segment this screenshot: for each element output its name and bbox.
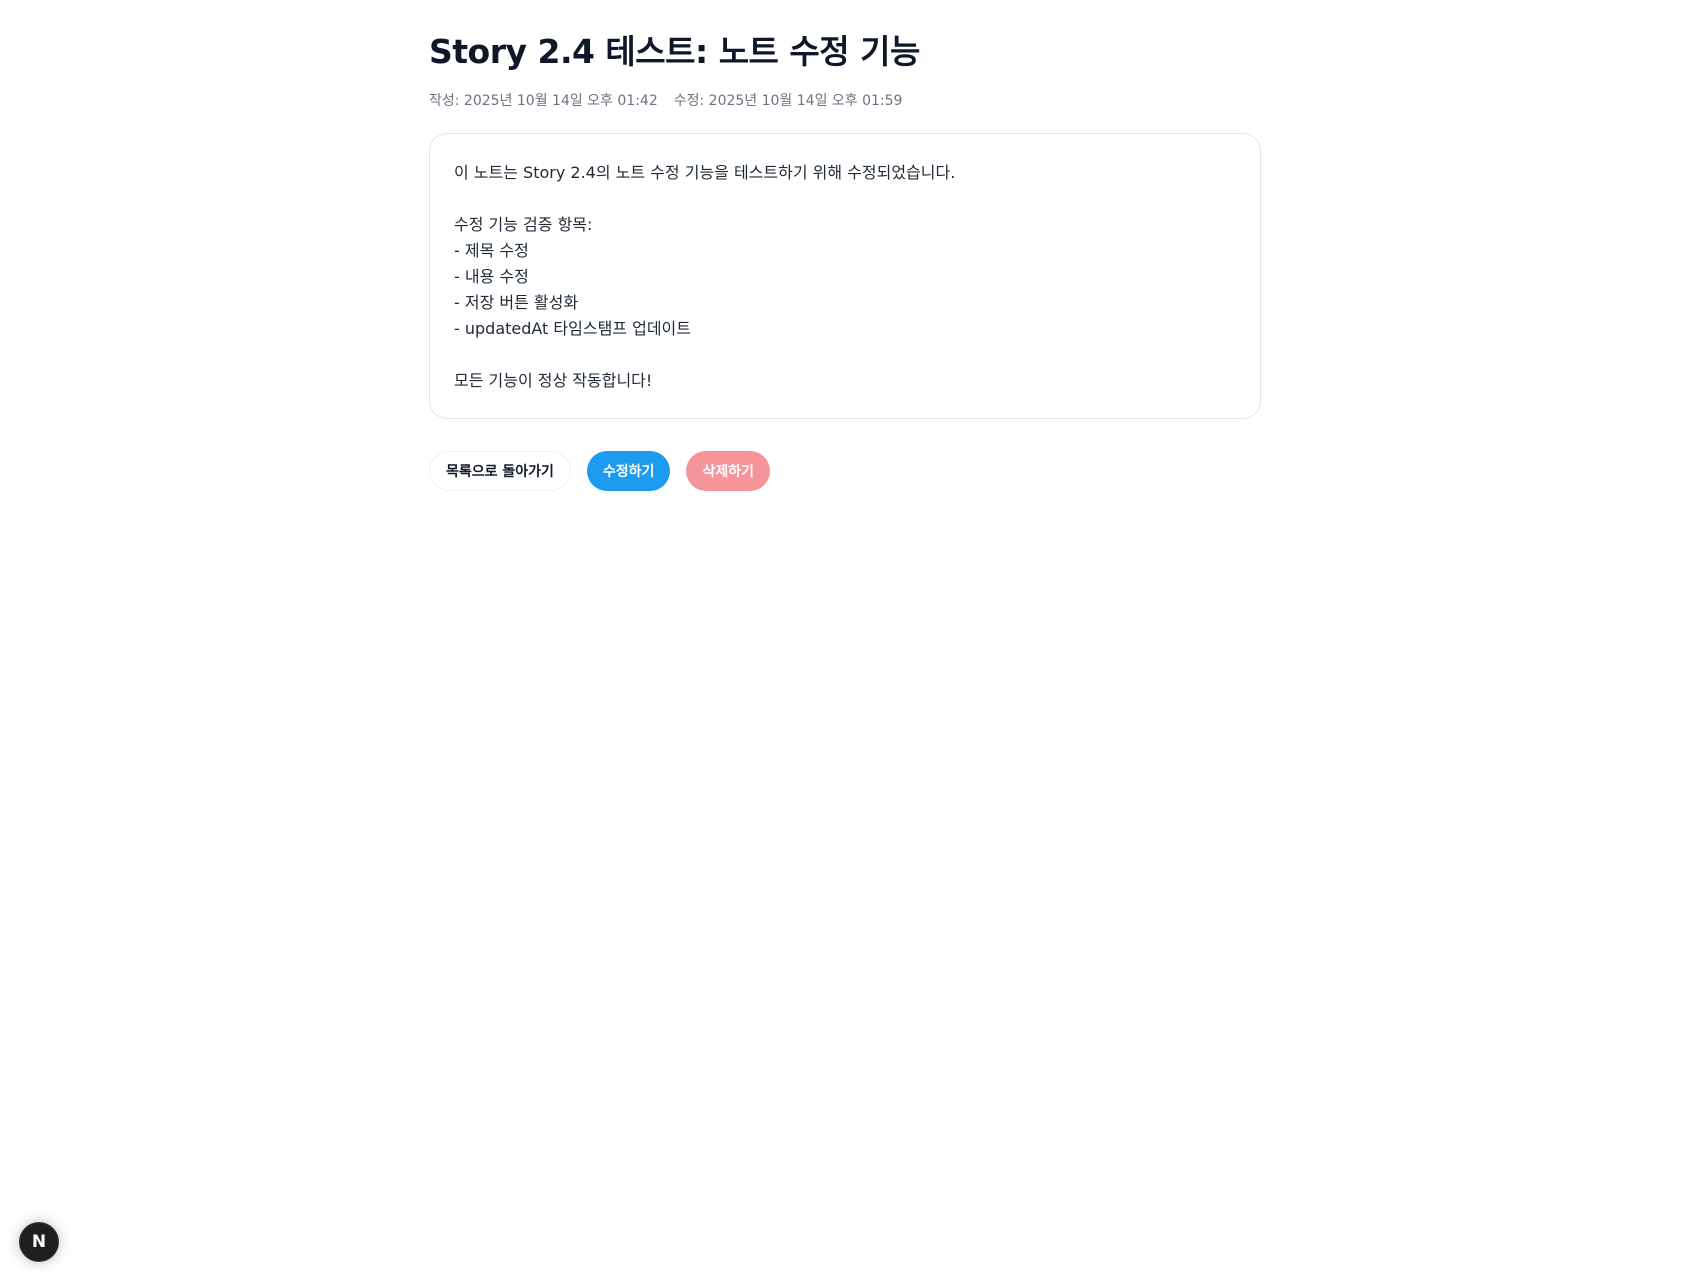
note-detail-page: Story 2.4 테스트: 노트 수정 기능 작성: 2025년 10월 14… <box>0 0 1689 1277</box>
note-meta: 작성: 2025년 10월 14일 오후 01:42 수정: 2025년 10월… <box>429 92 1261 110</box>
created-timestamp: 작성: 2025년 10월 14일 오후 01:42 <box>429 93 658 109</box>
dev-indicator-label: N <box>31 1232 47 1252</box>
note-actions: 목록으로 돌아가기 수정하기 삭제하기 <box>429 451 1261 491</box>
note-content-card: 이 노트는 Story 2.4의 노트 수정 기능을 테스트하기 위해 수정되었… <box>429 133 1261 419</box>
note-content: 이 노트는 Story 2.4의 노트 수정 기능을 테스트하기 위해 수정되었… <box>454 163 956 390</box>
delete-button[interactable]: 삭제하기 <box>686 451 770 491</box>
updated-timestamp: 수정: 2025년 10월 14일 오후 01:59 <box>673 93 903 109</box>
edit-button[interactable]: 수정하기 <box>586 451 671 491</box>
note-container: Story 2.4 테스트: 노트 수정 기능 작성: 2025년 10월 14… <box>429 30 1261 491</box>
page-title: Story 2.4 테스트: 노트 수정 기능 <box>429 32 920 71</box>
nextjs-dev-indicator-icon[interactable]: N <box>19 1222 59 1262</box>
back-to-list-button[interactable]: 목록으로 돌아가기 <box>429 451 571 491</box>
